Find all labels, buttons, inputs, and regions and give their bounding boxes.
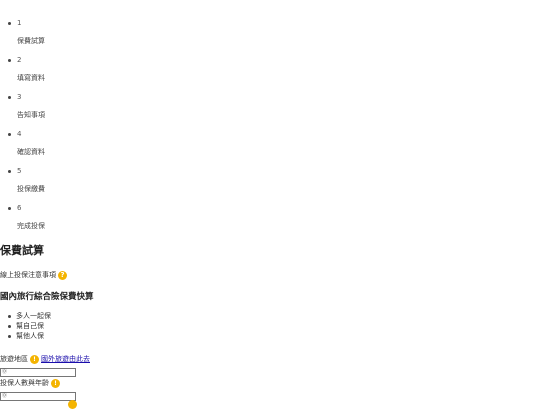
step-number: 2 [17,56,22,64]
bullet-icon [8,133,11,136]
question-icon[interactable]: ? [58,270,67,280]
bullet-icon [8,315,11,318]
notice-row[interactable]: 線上投保注意事項? [0,270,67,280]
step-number: 6 [17,204,22,212]
step-number: 4 [17,130,22,138]
step-4: 4 確認資料 [0,129,200,159]
step-6: 6 完成投保 [0,203,200,233]
notice-label[interactable]: 線上投保注意事項 [0,271,56,279]
destination-row: 旅遊地區! 國外旅遊由此去 [0,354,90,364]
step-2: 2 填寫資料 [0,55,200,85]
bullet-icon [8,59,11,62]
option-label[interactable]: 幫他人保 [16,332,44,341]
insured-row: 投保人數與年齡! [0,378,62,388]
option-label[interactable]: 幫自己保 [16,322,44,331]
step-label: 填寫資料 [17,74,45,82]
destination-label: 旅遊地區 [0,355,28,363]
step-label: 告知事項 [17,111,45,119]
destination-input[interactable]: Ⓓ [0,368,76,377]
bullet-icon [8,325,11,328]
step-label: 保費試算 [17,37,45,45]
step-label: 完成投保 [17,222,45,230]
info-icon[interactable]: ! [30,354,39,364]
step-number: 5 [17,167,22,175]
page-title: 保費試算 [0,244,44,257]
insured-label: 投保人數與年齡 [0,379,49,387]
bullet-icon [8,207,11,210]
insured-input[interactable]: Ⓓ [0,392,76,401]
bullet-icon [8,335,11,338]
bullet-icon [8,96,11,99]
step-number: 1 [17,19,22,27]
step-1: 1 保費試算 [0,18,200,48]
bullet-icon [8,170,11,173]
step-label: 投保繳費 [17,185,45,193]
bullet-icon [8,22,11,25]
option-label[interactable]: 多人一起保 [16,312,51,321]
step-3: 3 告知事項 [0,92,200,122]
step-5: 5 投保繳費 [0,166,200,196]
step-number: 3 [17,93,22,101]
step-label: 確認資料 [17,148,45,156]
overseas-travel-link[interactable]: 國外旅遊由此去 [41,355,90,363]
section-title: 國內旅行綜合險保費快算 [0,292,94,302]
info-icon[interactable]: ! [51,378,60,388]
